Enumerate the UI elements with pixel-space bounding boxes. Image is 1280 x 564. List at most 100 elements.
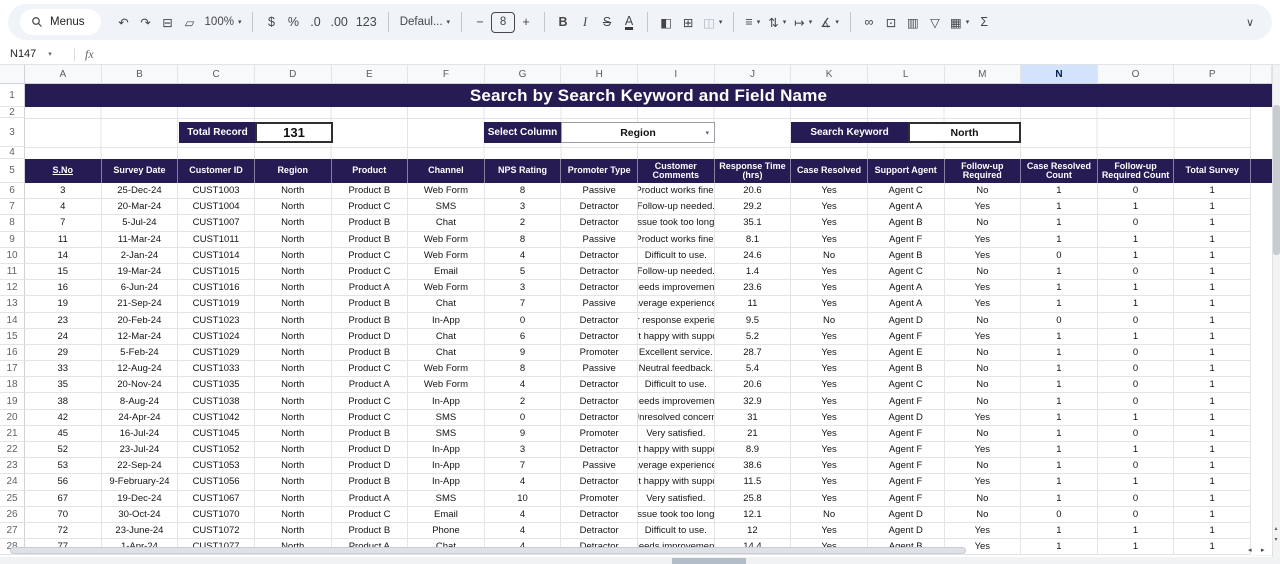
table-cell[interactable]: 1 xyxy=(1174,296,1251,312)
table-cell[interactable]: Yes xyxy=(945,248,1022,264)
table-cell[interactable]: Product A xyxy=(332,491,409,507)
table-cell[interactable]: 24 xyxy=(25,329,102,345)
table-cell[interactable]: Phone xyxy=(408,523,485,539)
table-cell[interactable]: Web Form xyxy=(408,377,485,393)
table-cell[interactable]: 25.8 xyxy=(715,491,792,507)
table-cell[interactable]: 4 xyxy=(485,507,562,523)
table-cell[interactable]: 1 xyxy=(1098,442,1175,458)
table-cell[interactable]: No xyxy=(945,377,1022,393)
table-cell[interactable]: 0 xyxy=(1021,507,1098,523)
table-cell[interactable]: 9-February-24 xyxy=(102,474,179,490)
table-cell[interactable]: 1 xyxy=(1174,215,1251,231)
table-cell[interactable]: 4 xyxy=(25,199,102,215)
table-cell[interactable]: 16 xyxy=(25,280,102,296)
table-cell[interactable]: Yes xyxy=(791,296,868,312)
table-cell[interactable]: Agent D xyxy=(868,507,945,523)
table-cell[interactable]: 5-Feb-24 xyxy=(102,345,179,361)
table-cell[interactable]: 1 xyxy=(1021,442,1098,458)
table-cell[interactable]: Product C xyxy=(332,264,409,280)
table-cell[interactable]: 28.7 xyxy=(715,345,792,361)
increase-decimal-places-button[interactable]: .00 xyxy=(326,10,351,34)
table-cell[interactable]: 1 xyxy=(1021,199,1098,215)
sheet-title-banner[interactable]: Search by Search Keyword and Field Name xyxy=(25,84,1272,107)
table-cell[interactable]: Yes xyxy=(945,474,1022,490)
table-cell[interactable]: Yes xyxy=(945,199,1022,215)
table-cell[interactable]: North xyxy=(255,264,332,280)
table-cell[interactable]: Web Form xyxy=(408,232,485,248)
table-cell[interactable]: 1 xyxy=(1098,329,1175,345)
table-cell[interactable]: 1 xyxy=(1174,248,1251,264)
table-cell[interactable]: 0 xyxy=(1098,264,1175,280)
table-cell[interactable]: Agent B xyxy=(868,215,945,231)
table-cell[interactable]: North xyxy=(255,248,332,264)
table-header-cell[interactable]: S.No xyxy=(25,159,102,183)
table-cell[interactable]: 56 xyxy=(25,474,102,490)
name-box[interactable]: N147 ▾ xyxy=(10,48,68,60)
table-cell[interactable]: Neutral feedback. xyxy=(638,361,715,377)
table-cell[interactable]: CUST1023 xyxy=(178,313,255,329)
table-cell[interactable]: Agent F xyxy=(868,474,945,490)
table-cell[interactable]: Yes xyxy=(791,426,868,442)
table-cell[interactable]: Average experience. xyxy=(638,458,715,474)
table-cell[interactable]: 20-Feb-24 xyxy=(102,313,179,329)
table-cell[interactable]: Yes xyxy=(945,280,1022,296)
table-cell[interactable]: Product D xyxy=(332,442,409,458)
row-header-27[interactable]: 27 xyxy=(0,523,25,539)
table-cell[interactable]: Difficult to use. xyxy=(638,377,715,393)
search-keyword-value[interactable]: North xyxy=(908,122,1021,143)
table-cell[interactable]: Yes xyxy=(791,393,868,409)
table-cell[interactable]: 7 xyxy=(485,296,562,312)
table-cell[interactable]: 7 xyxy=(25,215,102,231)
table-cell[interactable]: 1 xyxy=(1098,296,1175,312)
table-cell[interactable]: CUST1019 xyxy=(178,296,255,312)
format-as-currency-button[interactable]: $ xyxy=(260,10,282,34)
table-cell[interactable]: 0 xyxy=(1098,377,1175,393)
table-cell[interactable]: 5.4 xyxy=(715,361,792,377)
column-header-L[interactable]: L xyxy=(868,65,945,84)
table-cell[interactable]: CUST1024 xyxy=(178,329,255,345)
table-cell[interactable]: 1 xyxy=(1174,232,1251,248)
table-cell[interactable]: 3 xyxy=(25,183,102,199)
total-record-label[interactable]: Total Record xyxy=(179,122,256,143)
table-cell[interactable]: Yes xyxy=(791,199,868,215)
table-cell[interactable]: Agent F xyxy=(868,491,945,507)
table-cell[interactable]: Product B xyxy=(332,232,409,248)
table-cell[interactable]: 23 xyxy=(25,313,102,329)
table-cell[interactable]: 4 xyxy=(485,248,562,264)
increase-font-size-button[interactable]: + xyxy=(515,10,537,34)
table-cell[interactable]: Email xyxy=(408,264,485,280)
table-cell[interactable]: Detractor xyxy=(561,248,638,264)
table-cell[interactable]: Needs improvement. xyxy=(638,393,715,409)
table-cell[interactable]: 0 xyxy=(1098,345,1175,361)
table-cell[interactable]: Chat xyxy=(408,215,485,231)
print-button[interactable]: ⊟ xyxy=(157,10,179,34)
table-cell[interactable]: North xyxy=(255,232,332,248)
table-cell[interactable]: CUST1045 xyxy=(178,426,255,442)
table-cell[interactable]: 20-Mar-24 xyxy=(102,199,179,215)
table-cell[interactable]: North xyxy=(255,426,332,442)
table-cell[interactable]: North xyxy=(255,280,332,296)
table-cell[interactable]: Detractor xyxy=(561,410,638,426)
table-cell[interactable]: North xyxy=(255,296,332,312)
table-cell[interactable]: 22-Sep-24 xyxy=(102,458,179,474)
create-filter-button[interactable]: ▽ xyxy=(924,10,946,34)
table-cell[interactable]: No xyxy=(945,458,1022,474)
table-cell[interactable]: 1.4 xyxy=(715,264,792,280)
text-color-button[interactable]: A xyxy=(618,10,640,34)
table-cell[interactable]: 35.1 xyxy=(715,215,792,231)
table-cell[interactable]: 2-Jan-24 xyxy=(102,248,179,264)
table-cell[interactable]: 24-Apr-24 xyxy=(102,410,179,426)
table-cell[interactable]: Web Form xyxy=(408,183,485,199)
font-size-button[interactable]: 8 xyxy=(491,12,515,33)
table-cell[interactable]: Yes xyxy=(791,377,868,393)
table-cell[interactable]: 24.6 xyxy=(715,248,792,264)
scroll-right-arrow[interactable]: ▸ xyxy=(1261,546,1265,554)
table-cell[interactable]: Product B xyxy=(332,183,409,199)
table-cell[interactable]: 6-Jun-24 xyxy=(102,280,179,296)
bold-button[interactable]: B xyxy=(552,10,574,34)
table-cell[interactable]: Yes xyxy=(791,280,868,296)
table-cell[interactable]: 1 xyxy=(1174,264,1251,280)
table-cell[interactable]: North xyxy=(255,183,332,199)
table-cell[interactable]: 12.1 xyxy=(715,507,792,523)
table-cell[interactable]: 1 xyxy=(1098,248,1175,264)
